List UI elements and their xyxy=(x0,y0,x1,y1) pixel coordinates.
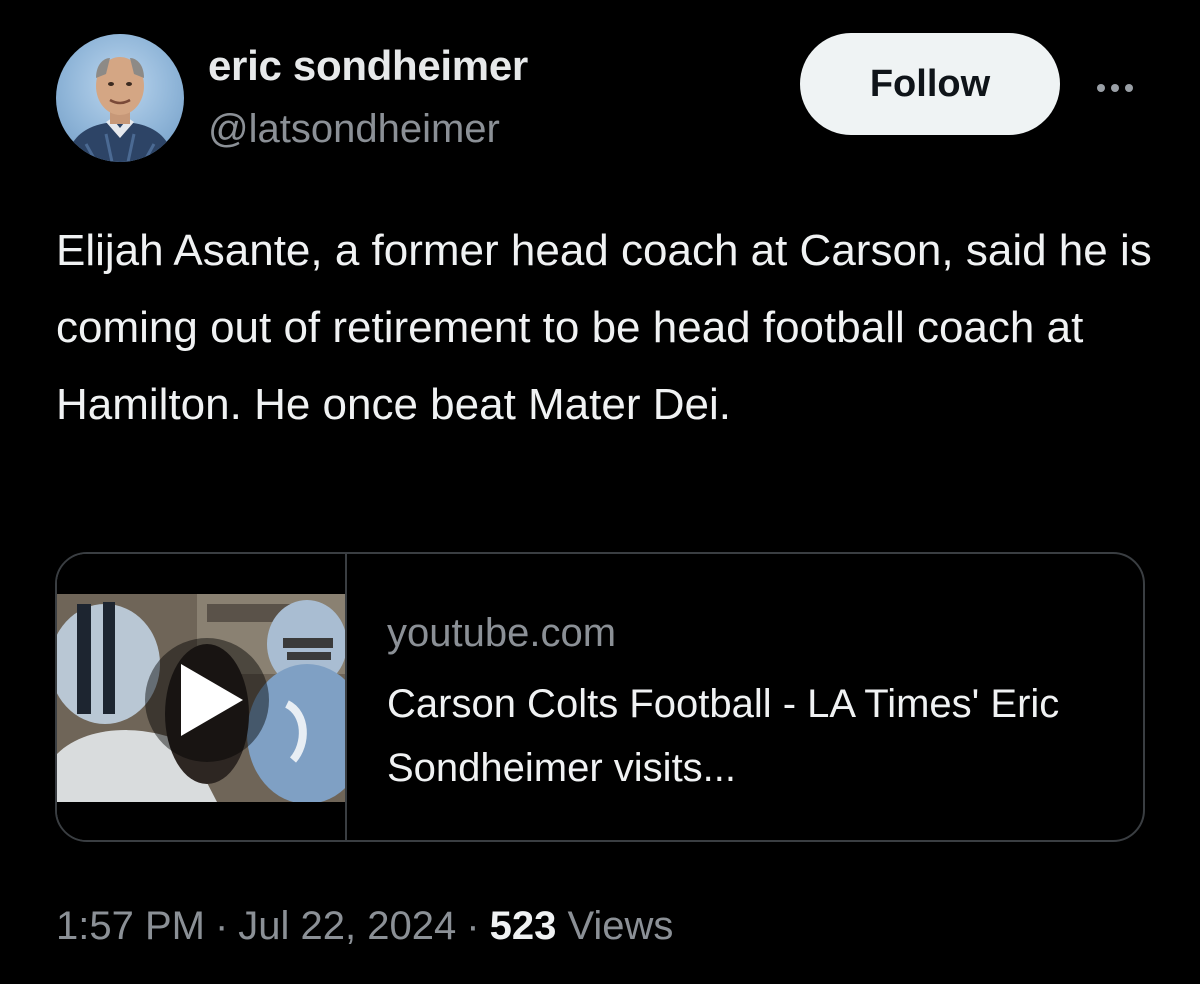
author-handle[interactable]: @latsondheimer xyxy=(208,104,500,154)
tweet: eric sondheimer @latsondheimer Follow El… xyxy=(0,0,1200,984)
follow-button[interactable]: Follow xyxy=(800,33,1060,135)
link-card-domain: youtube.com xyxy=(387,611,617,655)
video-thumbnail-image xyxy=(57,554,345,840)
more-options-icon[interactable] xyxy=(1083,70,1147,106)
tweet-date[interactable]: Jul 22, 2024 xyxy=(238,904,456,948)
video-thumbnail[interactable] xyxy=(57,554,347,840)
more-dot xyxy=(1097,84,1105,92)
link-card-info: youtube.com Carson Colts Football - LA T… xyxy=(387,606,1127,800)
author-display-name[interactable]: eric sondheimer xyxy=(208,40,528,92)
tweet-meta: 1:57 PM · Jul 22, 2024 · 523 Views xyxy=(56,898,673,954)
author-avatar[interactable] xyxy=(56,34,184,162)
meta-separator: · xyxy=(214,904,229,948)
meta-separator: · xyxy=(466,904,480,948)
link-card-title: Carson Colts Football - LA Times' Eric S… xyxy=(387,682,1060,790)
more-dot xyxy=(1111,84,1119,92)
views-count: 523 xyxy=(489,904,557,948)
views-label: Views xyxy=(567,904,674,948)
more-dot xyxy=(1125,84,1133,92)
tweet-text: Elijah Asante, a former head coach at Ca… xyxy=(56,226,1152,429)
avatar-photo-icon xyxy=(66,57,174,162)
link-preview-card[interactable]: youtube.com Carson Colts Football - LA T… xyxy=(55,552,1145,842)
tweet-time[interactable]: 1:57 PM xyxy=(56,904,205,948)
